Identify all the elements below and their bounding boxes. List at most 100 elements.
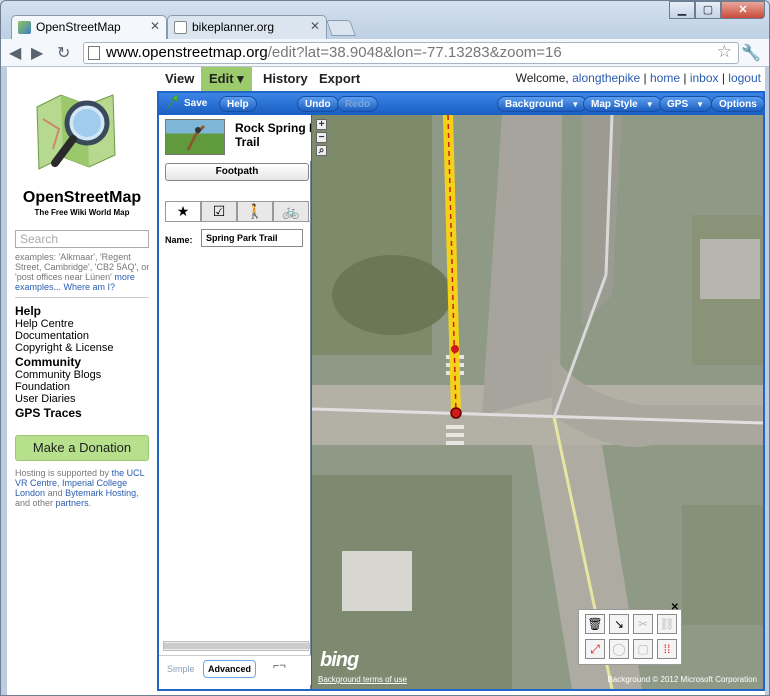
inbox-link[interactable]: inbox <box>690 71 719 85</box>
background-label: Background <box>505 99 564 110</box>
help-centre-link[interactable]: Help Centre <box>15 318 155 330</box>
inspector-body <box>165 221 311 641</box>
tab-export[interactable]: Export <box>319 67 360 91</box>
user-link[interactable]: alongthepike <box>572 71 640 85</box>
tab-history[interactable]: History <box>263 67 308 91</box>
inspector-header: Rock Spring P Trail <box>159 115 311 161</box>
copyright-link[interactable]: Copyright & License <box>15 342 155 354</box>
bookmark-star-icon[interactable]: ☆ <box>717 42 732 62</box>
name-label: Name: <box>165 235 193 245</box>
reload-icon[interactable]: ↻ <box>57 43 70 63</box>
url-path: /edit?lat=38.9048&lon=-77.13283&zoom=16 <box>267 44 562 61</box>
zoom-controls: + − ⌕ <box>316 119 327 158</box>
search-input[interactable]: Search <box>15 230 149 248</box>
chain-link-icon[interactable]: ⛓ <box>657 614 677 634</box>
user-diaries-link[interactable]: User Diaries <box>15 393 155 405</box>
documentation-link[interactable]: Documentation <box>15 330 155 342</box>
web-page: OpenStreetMap The Free Wiki World Map Se… <box>7 67 765 695</box>
address-bar[interactable]: www.openstreetmap.org/edit?lat=38.9048&l… <box>83 42 739 64</box>
zoom-out-icon[interactable]: − <box>316 132 327 143</box>
scissors-icon[interactable]: ✂ <box>633 614 653 634</box>
back-arrow-icon[interactable]: ◀ <box>9 43 21 63</box>
delete-trash-icon[interactable]: 🗑 <box>585 614 605 634</box>
where-am-i-link[interactable]: Where am I? <box>64 282 116 292</box>
scrollbar-thumb[interactable] <box>164 643 310 649</box>
tab-bikeplanner[interactable]: bikeplanner.org ✕ <box>167 15 327 39</box>
new-tab-button[interactable] <box>326 20 356 36</box>
potlatch-editor: Save Help Undo Redo Background ▼ Map Styl… <box>157 91 765 691</box>
square-icon[interactable]: ▢ <box>633 639 653 659</box>
logout-link[interactable]: logout <box>728 71 761 85</box>
advanced-mode-button[interactable]: Advanced <box>203 660 257 678</box>
redo-button[interactable]: Redo <box>337 96 378 112</box>
welcome-text: Welcome, <box>515 71 569 85</box>
tab-checkbox-icon[interactable]: ☑ <box>201 201 237 221</box>
aerial-imagery <box>312 115 763 689</box>
gps-traces-link[interactable]: GPS Traces <box>15 406 155 420</box>
map-canvas[interactable]: + − ⌕ bing Background terms of use Backg… <box>312 115 763 689</box>
feature-title-line2: Trail <box>235 135 260 149</box>
osm-favicon-icon <box>18 21 31 34</box>
donate-button[interactable]: Make a Donation <box>15 435 149 461</box>
hosting-note: Hosting is supported by the UCL VR Centr… <box>15 468 145 508</box>
editor-toolbar: Save Help Undo Redo Background ▼ Map Styl… <box>159 93 765 115</box>
home-link[interactable]: home <box>650 71 680 85</box>
feature-title: Rock Spring P Trail <box>235 121 311 149</box>
tag-tool-icon[interactable]: ⌐¬ <box>273 660 286 672</box>
maximize-icon[interactable]: ▢ <box>695 1 721 19</box>
reverse-arrow-icon[interactable]: ↘ <box>609 614 629 634</box>
straighten-icon[interactable]: ⤢ <box>585 639 605 659</box>
parallel-icon[interactable]: ⁞⁞ <box>657 639 677 659</box>
find-icon[interactable]: ⌕ <box>316 145 327 156</box>
bytemark-link[interactable]: Bytemark Hosting <box>65 488 136 498</box>
help-header[interactable]: Help <box>15 304 155 318</box>
tab-basic-star-icon[interactable]: ★ <box>165 201 201 221</box>
undo-button[interactable]: Undo <box>297 96 339 112</box>
tool-palette: ✕ 🗑 ↘ ✂ ⛓ ⤢ ◯ ▢ ⁞⁞ <box>578 602 682 665</box>
simple-mode-button[interactable]: Simple <box>167 664 195 674</box>
bing-logo: bing <box>320 649 359 671</box>
name-input[interactable]: Spring Park Trail <box>201 229 303 247</box>
help-button[interactable]: Help <box>219 96 257 112</box>
save-button[interactable]: Save <box>177 96 214 112</box>
wrench-icon[interactable]: 🔧 <box>741 43 761 63</box>
tab-title: OpenStreetMap <box>36 20 121 34</box>
options-button[interactable]: Options <box>711 96 765 112</box>
imagery-copyright: Background © 2012 Microsoft Corporation <box>607 675 757 684</box>
url-host: www.openstreetmap.org <box>106 44 268 61</box>
community-header[interactable]: Community <box>15 355 155 369</box>
page-favicon-icon <box>174 21 187 34</box>
foundation-link[interactable]: Foundation <box>15 381 155 393</box>
osm-sidebar: OpenStreetMap The Free Wiki World Map Se… <box>7 67 157 695</box>
community-blogs-link[interactable]: Community Blogs <box>15 369 155 381</box>
tab-edit[interactable]: Edit ▾ <box>201 67 252 91</box>
gps-label: GPS <box>667 99 689 110</box>
background-terms-link[interactable]: Background terms of use <box>318 675 407 684</box>
browser-toolbar: ◀ ▶ ↻ www.openstreetmap.org/edit?lat=38.… <box>1 39 769 67</box>
inspector-scrollbar[interactable] <box>163 641 310 651</box>
circularise-icon[interactable]: ◯ <box>609 639 629 659</box>
minimize-icon[interactable]: ▁ <box>669 1 695 19</box>
window-controls: ▁ ▢ ✕ <box>669 1 765 19</box>
close-tab-icon[interactable]: ✕ <box>150 19 160 33</box>
tab-walking-icon[interactable]: 🚶 <box>237 201 273 221</box>
partners-link[interactable]: partners <box>56 498 89 508</box>
search-examples: examples: 'Alkmaar', 'Regent Street, Cam… <box>15 252 153 292</box>
tab-openstreetmap[interactable]: OpenStreetMap ✕ <box>11 15 167 39</box>
tab-bicycle-icon[interactable]: 🚲 <box>273 201 309 221</box>
map-style-dropdown[interactable]: Map Style ▼ <box>583 96 662 112</box>
close-tab-icon[interactable]: ✕ <box>310 19 320 33</box>
gps-dropdown[interactable]: GPS ▼ <box>659 96 713 112</box>
close-window-icon[interactable]: ✕ <box>721 1 765 19</box>
forward-arrow-icon[interactable]: ▶ <box>31 43 43 63</box>
footpath-thumbnail-icon <box>165 119 225 155</box>
hosting-and: and <box>47 488 63 498</box>
background-dropdown[interactable]: Background ▼ <box>497 96 588 112</box>
zoom-in-icon[interactable]: + <box>316 119 327 130</box>
feature-type-button[interactable]: Footpath <box>165 163 309 181</box>
tab-title: bikeplanner.org <box>192 20 275 34</box>
tab-view[interactable]: View <box>165 67 194 91</box>
page-icon <box>88 46 100 60</box>
close-icon[interactable]: ✕ <box>671 602 679 613</box>
osm-magnifier-logo-icon[interactable] <box>33 89 123 179</box>
